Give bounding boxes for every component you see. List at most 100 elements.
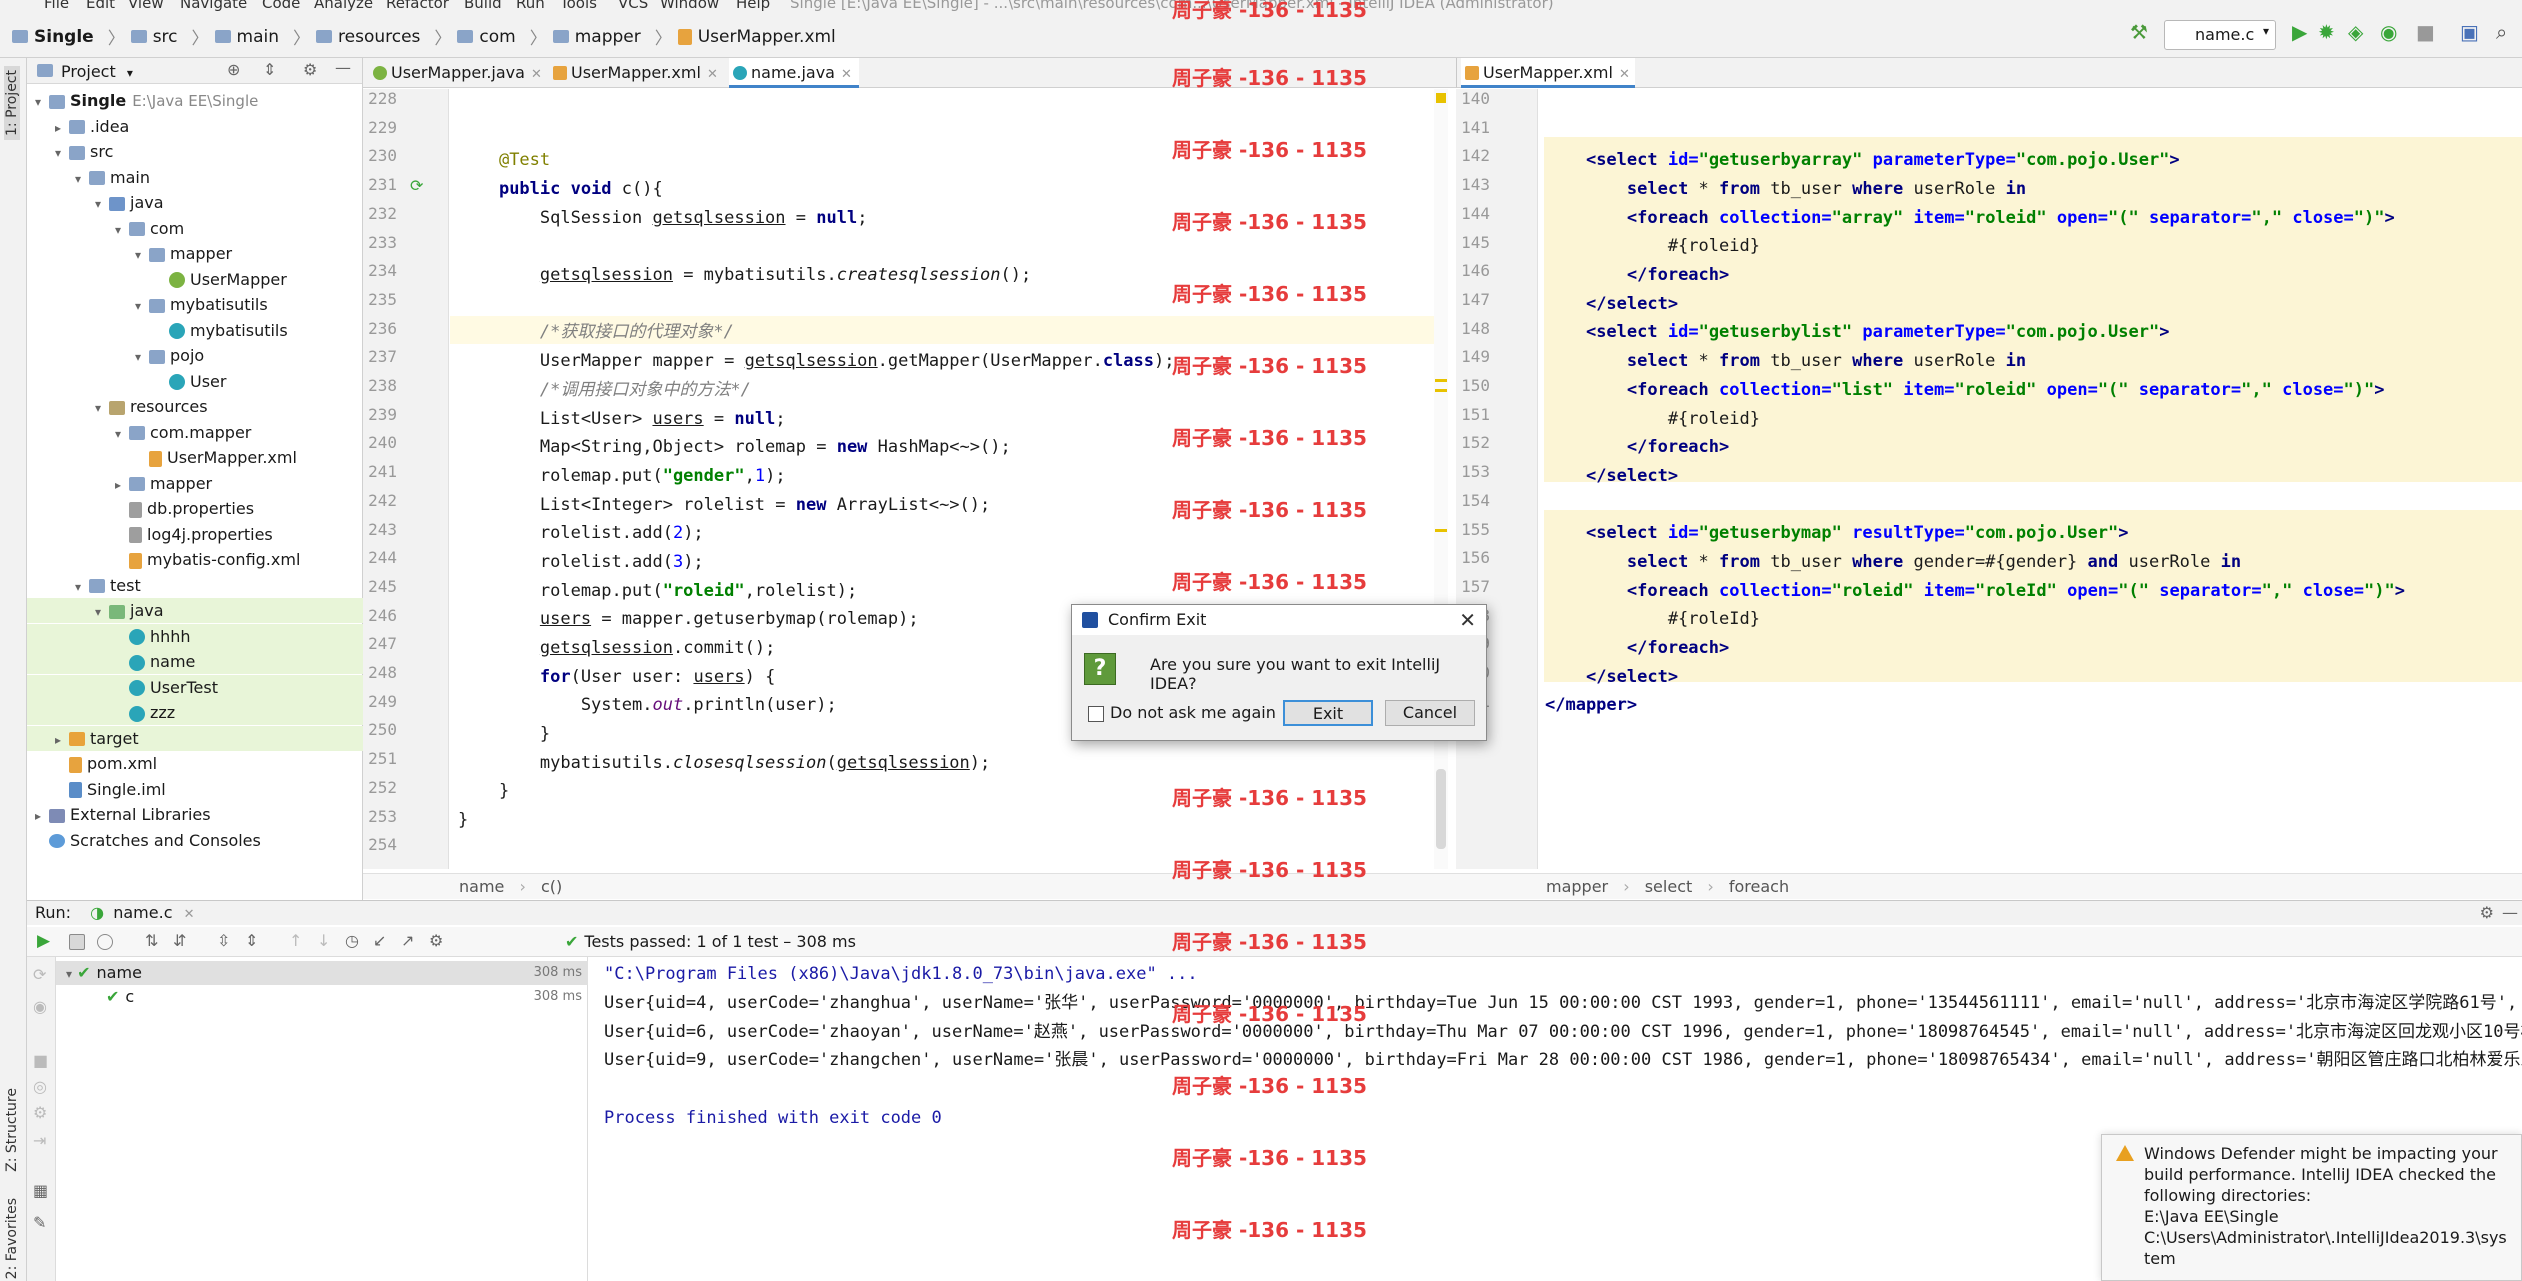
pin-icon[interactable]: ✎ [33, 1213, 46, 1232]
locate-icon[interactable]: ⊕ [227, 60, 240, 79]
gear-icon[interactable]: ⚙ [303, 60, 317, 79]
collapse-all-icon[interactable]: ⇕ [263, 60, 276, 79]
menu-help[interactable]: Help [736, 0, 770, 12]
gear-icon[interactable]: ⚙ [429, 931, 443, 950]
menu-file[interactable]: File [44, 0, 69, 12]
tree-item[interactable]: ▸ External Libraries [27, 802, 363, 827]
tree-item[interactable]: ▾ mapper [27, 241, 363, 266]
close-icon[interactable]: ✕ [1459, 605, 1476, 635]
project-view-selector[interactable]: Project [61, 62, 116, 81]
menu-tools[interactable]: Tools [560, 0, 597, 12]
tree-item[interactable]: UserMapper [27, 267, 363, 292]
menu-navigate[interactable]: Navigate [180, 0, 247, 12]
run-tab-label[interactable]: name.c [113, 903, 172, 922]
run-test-gutter-icon[interactable]: ⟳ [410, 176, 423, 195]
chevron-right-icon[interactable]: ▸ [55, 116, 69, 141]
run-configuration-select[interactable]: name.c ▾ [2164, 20, 2276, 50]
test-history-icon[interactable]: ◷ [345, 931, 359, 950]
cancel-button[interactable]: Cancel [1385, 700, 1475, 726]
gear-icon[interactable]: ⚙ [2480, 901, 2494, 925]
next-failed-icon[interactable]: ↓ [317, 931, 330, 950]
tree-item[interactable]: ▾ mybatisutils [27, 292, 363, 317]
left-editor-scrollbar[interactable] [1434, 89, 1448, 869]
exit-icon[interactable]: ⇥ [33, 1131, 46, 1150]
test-row[interactable]: ✔ c 308 ms [56, 985, 588, 1009]
chevron-down-icon[interactable]: ▾ [75, 575, 89, 600]
expand-all-icon[interactable]: ⇳ [217, 931, 230, 950]
run-icon[interactable]: ▶ [2292, 20, 2312, 44]
chevron-down-icon[interactable]: ▾ [95, 600, 109, 625]
tab-usermapper-java[interactable]: UserMapper.java ✕ [369, 58, 542, 88]
tree-item[interactable]: ▾ pojo [27, 343, 363, 368]
collapse-all-icon[interactable]: ⇕ [245, 931, 258, 950]
menu-run[interactable]: Run [516, 0, 545, 12]
chevron-down-icon[interactable]: ▾ [55, 141, 69, 166]
tree-item[interactable]: ▸ .idea [27, 114, 363, 139]
breadcrumb-item[interactable]: Single [34, 27, 94, 47]
do-not-ask-label[interactable]: Do not ask me again [1110, 703, 1276, 722]
stop-icon[interactable]: ■ [2416, 20, 2436, 44]
breadcrumb-item[interactable]: c() [541, 877, 562, 896]
menu-edit[interactable]: Edit [86, 0, 115, 12]
breadcrumb-item[interactable]: name [459, 877, 504, 896]
breadcrumb-item[interactable]: resources [338, 27, 420, 47]
tree-item[interactable]: ▾ src [27, 139, 363, 164]
close-icon[interactable]: ✕ [531, 67, 542, 82]
tab-usermapper-xml-right[interactable]: UserMapper.xml ✕ [1461, 58, 1635, 88]
menu-analyze[interactable]: Analyze [314, 0, 373, 12]
tree-item[interactable]: ▾ java [27, 190, 363, 215]
project-tool-tab[interactable]: 1: Project [4, 66, 20, 140]
close-icon[interactable]: ✕ [1619, 67, 1630, 82]
coverage-icon[interactable]: ◈ [2348, 20, 2368, 44]
tree-item[interactable]: Scratches and Consoles [27, 828, 363, 853]
breadcrumb-item[interactable]: main [237, 27, 279, 47]
structure-tool-tab[interactable]: Z: Structure [4, 1088, 20, 1172]
import-tests-icon[interactable]: ↙ [373, 931, 386, 950]
search-everywhere-icon[interactable]: ⌕ [2496, 20, 2516, 44]
show-passed-icon[interactable] [69, 934, 85, 950]
chevron-right-icon[interactable]: ▸ [55, 728, 69, 753]
windows-defender-notification[interactable]: Windows Defender might be impacting your… [2101, 1134, 2522, 1281]
tree-item[interactable]: mybatisutils [27, 318, 363, 343]
tree-item[interactable]: pom.xml [27, 751, 363, 776]
chevron-down-icon[interactable]: ▾ [95, 192, 109, 217]
sort-alpha-icon[interactable]: ⇅ [145, 931, 158, 950]
close-icon[interactable]: ✕ [841, 67, 852, 82]
menu-vcs[interactable]: VCS [618, 0, 648, 12]
tree-item[interactable]: Single.iml [27, 777, 363, 802]
tab-usermapper-xml[interactable]: UserMapper.xml ✕ [549, 58, 719, 88]
settings-icon[interactable]: ⚙ [33, 1103, 47, 1122]
tree-item[interactable]: ▸ target [27, 725, 363, 753]
breadcrumb-item[interactable]: foreach [1729, 877, 1789, 896]
tree-item[interactable]: zzz [27, 700, 363, 725]
tree-item[interactable]: name [27, 649, 363, 674]
minimize-icon[interactable]: — [335, 58, 351, 77]
menu-code[interactable]: Code [262, 0, 300, 12]
project-structure-icon[interactable]: ▣ [2460, 20, 2480, 44]
breadcrumb-item[interactable]: mapper [1546, 877, 1608, 896]
chevron-down-icon[interactable]: ▾ [115, 218, 129, 243]
menu-build[interactable]: Build [464, 0, 502, 12]
tree-item[interactable]: User [27, 369, 363, 394]
scrollbar-thumb[interactable] [1436, 769, 1446, 849]
minimize-icon[interactable]: — [2502, 901, 2518, 925]
tree-item[interactable]: log4j.properties [27, 522, 363, 547]
menu-window[interactable]: Window [660, 0, 719, 12]
tree-item[interactable]: ▾ Single E:\Java EE\Single [27, 88, 363, 113]
tree-item[interactable]: ▾ com [27, 216, 363, 241]
previous-failed-icon[interactable]: ↑ [289, 931, 302, 950]
breadcrumb-item[interactable]: mapper [575, 27, 641, 47]
tree-item[interactable]: ▾ resources [27, 394, 363, 419]
menu-refactor[interactable]: Refactor [386, 0, 449, 12]
breadcrumb-item[interactable]: UserMapper.xml [698, 27, 836, 47]
breadcrumb-item[interactable]: select [1645, 877, 1693, 896]
tree-item[interactable]: mybatis-config.xml [27, 547, 363, 572]
favorites-tool-tab[interactable]: 2: Favorites [4, 1198, 20, 1279]
tree-item[interactable]: UserMapper.xml [27, 445, 363, 470]
sort-duration-icon[interactable]: ⇵ [173, 931, 186, 950]
chevron-down-icon[interactable]: ▾ [75, 167, 89, 192]
exit-button[interactable]: Exit [1283, 700, 1373, 726]
tree-item[interactable]: UserTest [27, 674, 363, 700]
stop-icon[interactable]: ■ [33, 1051, 48, 1070]
close-icon[interactable]: ✕ [707, 67, 718, 82]
